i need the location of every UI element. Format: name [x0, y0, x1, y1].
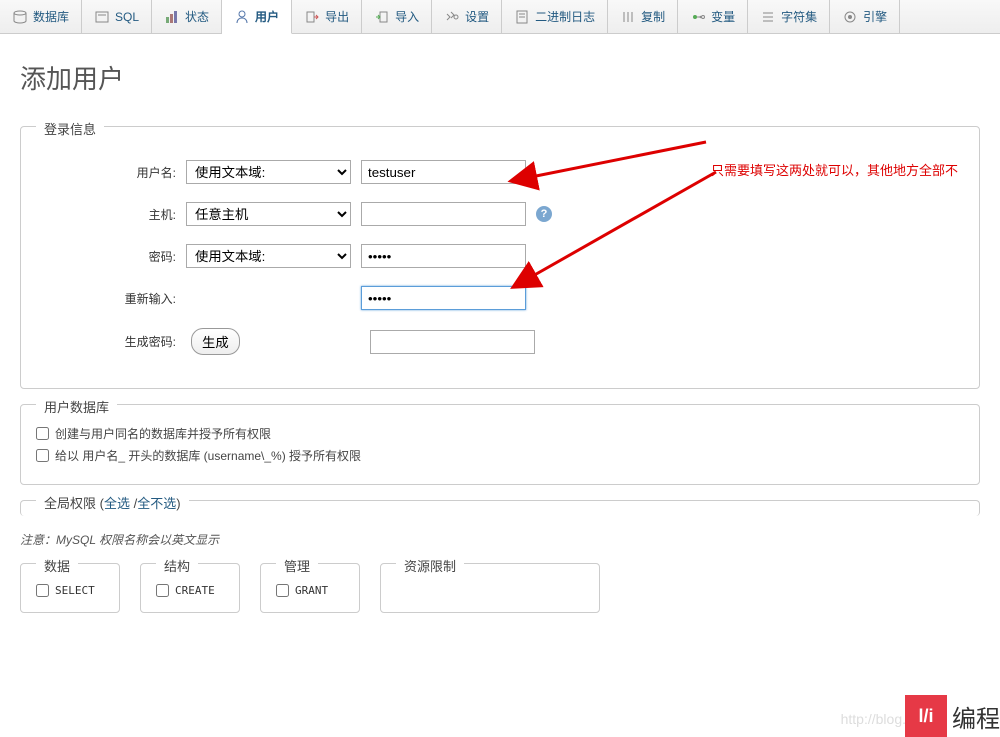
- retype-row: 重新输入:: [36, 286, 964, 310]
- status-icon: [164, 9, 180, 25]
- import-icon: [374, 9, 390, 25]
- tab-binlog[interactable]: 二进制日志: [502, 0, 608, 33]
- priv-grant[interactable]: GRANT: [276, 584, 344, 597]
- log-icon: [514, 9, 530, 25]
- priv-label: SELECT: [55, 584, 95, 597]
- select-checkbox[interactable]: [36, 584, 49, 597]
- tab-import[interactable]: 导入: [362, 0, 432, 33]
- tab-label: 字符集: [781, 8, 817, 25]
- tab-status[interactable]: 状态: [152, 0, 222, 33]
- grant-prefix-db-checkbox[interactable]: [36, 449, 49, 462]
- tab-label: 二进制日志: [535, 8, 595, 25]
- logo-badge: l/i: [905, 695, 947, 737]
- password-label: 密码:: [36, 248, 186, 265]
- arrow-2-icon: [521, 167, 721, 290]
- admin-priv-group: 管理 GRANT: [260, 563, 360, 613]
- password-input[interactable]: [361, 244, 526, 268]
- priv-label: CREATE: [175, 584, 215, 597]
- grant-prefix-db-option[interactable]: 给以 用户名_ 开头的数据库 (username\_%) 授予所有权限: [36, 447, 964, 464]
- var-icon: [690, 9, 706, 25]
- option-label: 创建与用户同名的数据库并授予所有权限: [55, 425, 271, 442]
- logo-text: 编程: [952, 699, 1000, 734]
- tab-settings[interactable]: 设置: [432, 0, 502, 33]
- priv-groups: 数据 SELECT 结构 CREATE 管理 GRANT 资源限制: [20, 563, 980, 613]
- grant-checkbox[interactable]: [276, 584, 289, 597]
- option-label: 给以 用户名_ 开头的数据库 (username\_%) 授予所有权限: [55, 447, 361, 464]
- top-tabs: 数据库 SQL 状态 用户 导出 导入 设置 二进制日志 复制 变量 字符集: [0, 0, 1000, 34]
- priv-select[interactable]: SELECT: [36, 584, 104, 597]
- tab-label: 用户: [255, 8, 279, 25]
- login-info-fieldset: 登录信息 用户名: 使用文本域: 主机: 任意主机 ? 密码: 使用文本域: 重…: [20, 126, 980, 389]
- user-icon: [234, 9, 250, 25]
- data-priv-group: 数据 SELECT: [20, 563, 120, 613]
- create-checkbox[interactable]: [156, 584, 169, 597]
- global-priv-legend: 全局权限 (全选 /全不选): [36, 491, 189, 514]
- tab-user[interactable]: 用户: [222, 0, 292, 34]
- logo: l/i 编程: [905, 695, 1000, 737]
- password-row: 密码: 使用文本域:: [36, 244, 964, 268]
- copy-icon: [620, 9, 636, 25]
- note-text: 注意：MySQL 权限名称会以英文显示: [20, 531, 980, 548]
- username-input[interactable]: [361, 160, 526, 184]
- retype-input[interactable]: [361, 286, 526, 310]
- structure-legend: 结构: [156, 554, 198, 577]
- tab-export[interactable]: 导出: [292, 0, 362, 33]
- username-select[interactable]: 使用文本域:: [186, 160, 351, 184]
- resource-limit-group: 资源限制: [380, 563, 600, 613]
- user-db-fieldset: 用户数据库 创建与用户同名的数据库并授予所有权限 给以 用户名_ 开头的数据库 …: [20, 404, 980, 485]
- data-legend: 数据: [36, 554, 78, 577]
- tab-sql[interactable]: SQL: [82, 0, 152, 33]
- database-icon: [12, 9, 28, 25]
- user-db-legend: 用户数据库: [36, 395, 117, 418]
- priv-create[interactable]: CREATE: [156, 584, 224, 597]
- login-info-legend: 登录信息: [36, 117, 104, 140]
- annotation-text: 只需要填写这两处就可以，其他地方全部不: [711, 160, 958, 179]
- admin-legend: 管理: [276, 554, 318, 577]
- username-label: 用户名:: [36, 164, 186, 181]
- generate-button[interactable]: 生成: [191, 328, 240, 355]
- select-all-link[interactable]: 全选: [104, 496, 130, 511]
- tab-label: 导入: [395, 8, 419, 25]
- tab-label: 引擎: [863, 8, 887, 25]
- create-same-db-checkbox[interactable]: [36, 427, 49, 440]
- generated-password-input[interactable]: [370, 330, 535, 354]
- charset-icon: [760, 9, 776, 25]
- tab-label: 设置: [465, 8, 489, 25]
- tab-label: 数据库: [33, 8, 69, 25]
- settings-icon: [444, 9, 460, 25]
- tab-variables[interactable]: 变量: [678, 0, 748, 33]
- host-row: 主机: 任意主机 ?: [36, 202, 964, 226]
- tab-database[interactable]: 数据库: [0, 0, 82, 33]
- host-label: 主机:: [36, 206, 186, 223]
- priv-label: GRANT: [295, 584, 328, 597]
- host-input[interactable]: [361, 202, 526, 226]
- sql-icon: [94, 9, 110, 25]
- password-select[interactable]: 使用文本域:: [186, 244, 351, 268]
- create-same-db-option[interactable]: 创建与用户同名的数据库并授予所有权限: [36, 425, 964, 442]
- resource-legend: 资源限制: [396, 554, 464, 577]
- tab-label: 变量: [711, 8, 735, 25]
- tab-label: SQL: [115, 10, 139, 24]
- tab-label: 状态: [185, 8, 209, 25]
- host-select[interactable]: 任意主机: [186, 202, 351, 226]
- tab-label: 复制: [641, 8, 665, 25]
- structure-priv-group: 结构 CREATE: [140, 563, 240, 613]
- tab-label: 导出: [325, 8, 349, 25]
- export-icon: [304, 9, 320, 25]
- generate-label: 生成密码:: [36, 333, 186, 350]
- global-priv-fieldset: 全局权限 (全选 /全不选): [20, 500, 980, 516]
- engine-icon: [842, 9, 858, 25]
- tab-engine[interactable]: 引擎: [830, 0, 900, 33]
- deselect-all-link[interactable]: 全不选: [137, 496, 176, 511]
- tab-replication[interactable]: 复制: [608, 0, 678, 33]
- tab-charset[interactable]: 字符集: [748, 0, 830, 33]
- page-title: 添加用户: [0, 34, 1000, 116]
- retype-label: 重新输入:: [36, 290, 186, 307]
- generate-row: 生成密码: 生成: [36, 328, 964, 355]
